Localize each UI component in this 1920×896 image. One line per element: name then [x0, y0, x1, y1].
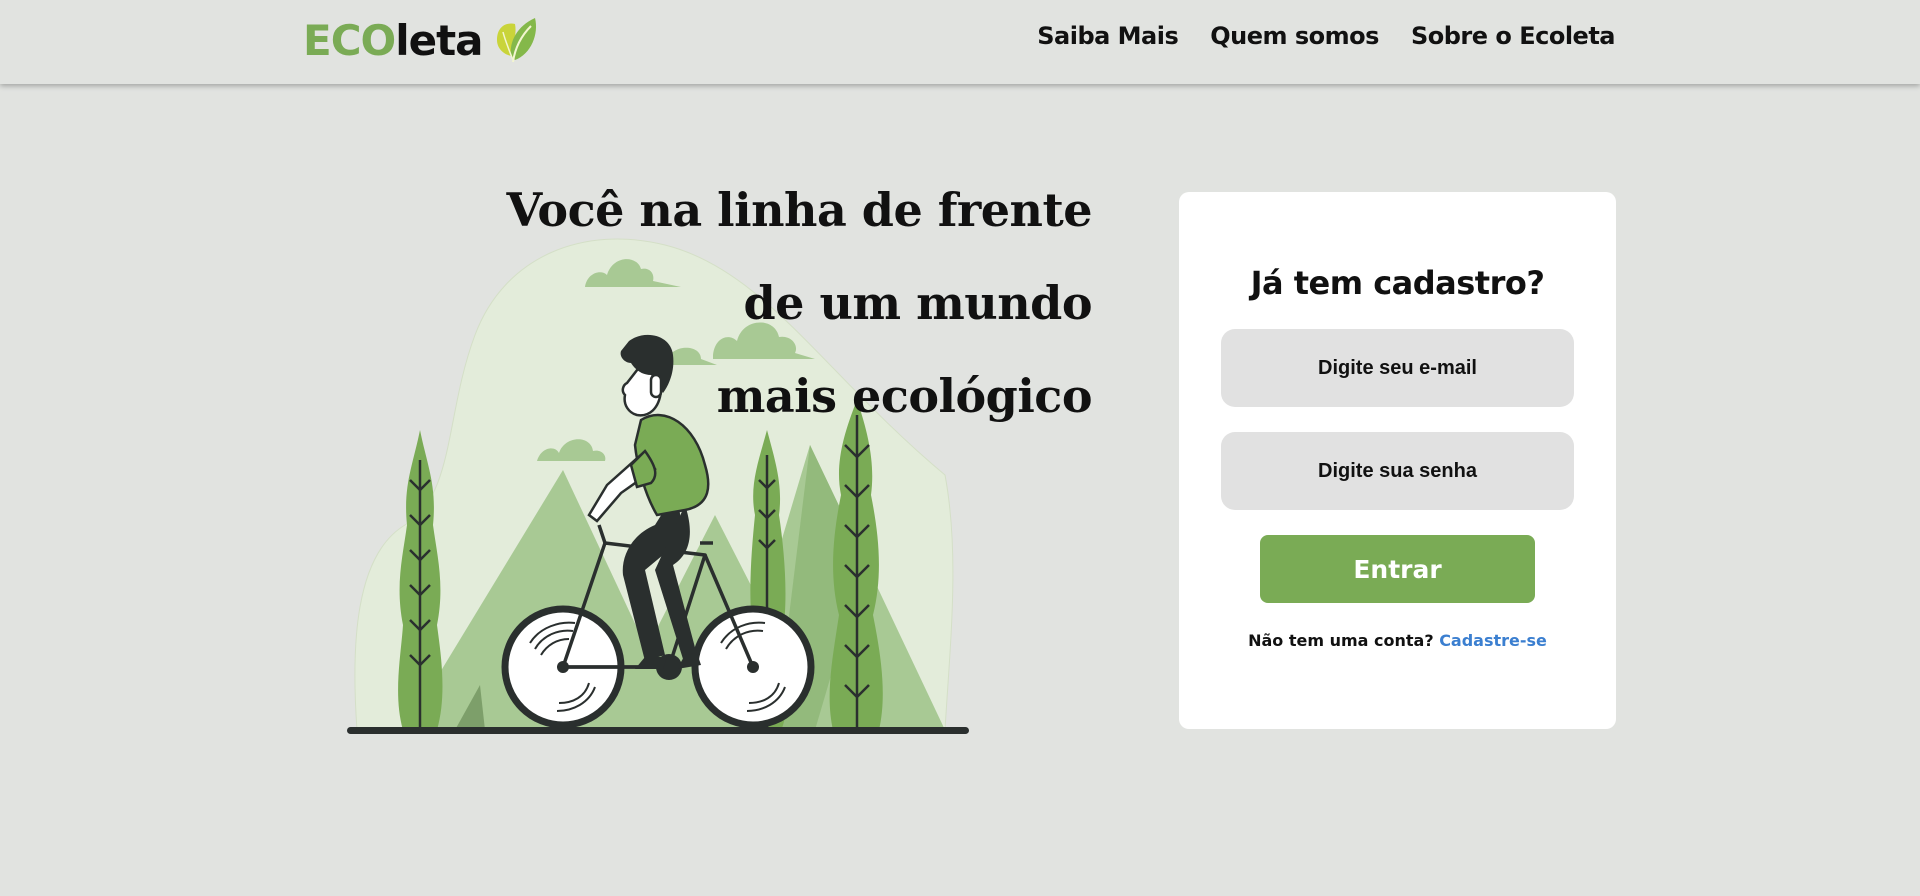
logo-leta-text: leta [395, 15, 483, 65]
signup-text: Não tem uma conta? [1248, 631, 1434, 650]
password-field[interactable] [1221, 432, 1574, 510]
login-title: Já tem cadastro? [1250, 264, 1545, 302]
nav-sobre-ecoleta[interactable]: Sobre o Ecoleta [1411, 22, 1616, 50]
main-nav: Saiba Mais Quem somos Sobre o Ecoleta [1037, 22, 1615, 50]
headline-line-3: mais ecológico [716, 369, 1093, 423]
signup-prompt: Não tem uma conta? Cadastre-se [1179, 631, 1616, 650]
headline-line-2: de um mundo [743, 276, 1093, 330]
logo-eco-text: ECO [303, 15, 396, 65]
nav-saiba-mais[interactable]: Saiba Mais [1037, 22, 1179, 50]
headline-line-1: Você na linha de frente [506, 183, 1092, 237]
email-field[interactable] [1221, 329, 1574, 407]
leaf-icon [496, 18, 536, 63]
signup-link[interactable]: Cadastre-se [1439, 631, 1547, 650]
nav-quem-somos[interactable]: Quem somos [1210, 22, 1379, 50]
login-card: Já tem cadastro? Entrar Não tem uma cont… [1179, 192, 1616, 729]
ecoleta-logo[interactable]: ECO leta [303, 14, 539, 66]
login-button[interactable]: Entrar [1260, 535, 1535, 603]
top-navbar: ECO leta Saiba Mais Quem somos Sobre o E… [0, 0, 1920, 84]
hero-headline: Você na linha de frente de um mundo mais… [372, 175, 1092, 454]
